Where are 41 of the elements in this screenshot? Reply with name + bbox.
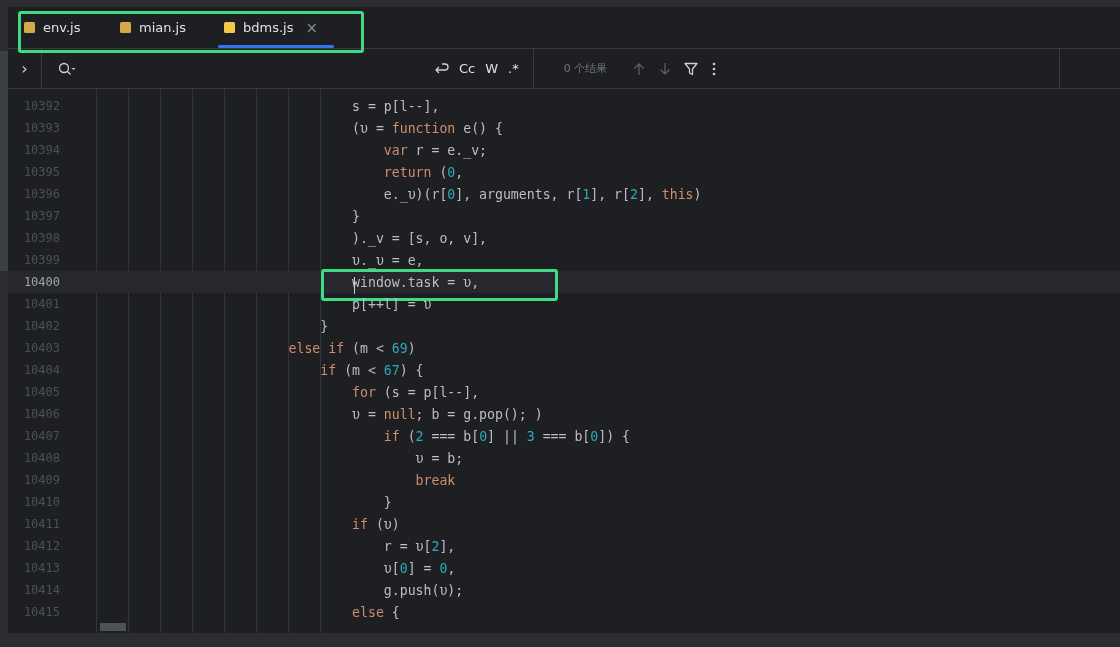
- code-line: s = p[l--],: [351, 98, 440, 114]
- code-line: υ[0] = 0,: [382, 560, 456, 576]
- scrollbar-thumb[interactable]: [100, 623, 126, 631]
- wrap-icon[interactable]: [433, 61, 449, 76]
- file-tab[interactable]: env.js: [22, 7, 118, 48]
- js-file-icon: [224, 22, 235, 33]
- scrollbar-thumb[interactable]: [0, 51, 8, 271]
- file-tab[interactable]: mian.js: [118, 7, 214, 48]
- search-icon[interactable]: [58, 61, 76, 76]
- match-case-toggle[interactable]: Cc: [459, 61, 476, 76]
- code-line: υ._υ = e,: [351, 252, 424, 268]
- code-line: }: [382, 494, 392, 510]
- line-number: 10400: [22, 275, 60, 289]
- code-line: r = υ[2],: [382, 538, 456, 554]
- code-line: else {: [351, 604, 400, 620]
- code-line: }: [319, 318, 329, 334]
- js-file-icon: [24, 22, 35, 33]
- code-line: if (2 === b[0] || 3 === b[0]) {: [382, 428, 631, 444]
- code-line: else if (m < 69): [287, 340, 416, 356]
- code-line: )._v = [s, o, v],: [351, 230, 488, 246]
- code-line: υ = null; b = g.pop(); ): [351, 406, 543, 422]
- result-count: 0 个结果: [563, 61, 608, 76]
- code-line: return (0,: [382, 164, 464, 180]
- code-line: υ = b;: [414, 450, 464, 466]
- js-file-icon: [120, 22, 131, 33]
- close-icon[interactable]: ×: [305, 18, 319, 37]
- code-line: if (m < 67) {: [319, 362, 424, 378]
- code-line: g.push(υ);: [382, 582, 464, 598]
- expand-button[interactable]: ›: [8, 49, 42, 88]
- code-line: e._υ)(r[0], arguments, r[1], r[2], this): [382, 186, 702, 202]
- code-line: }: [351, 208, 360, 224]
- code-line: var r = e._v;: [382, 142, 488, 158]
- code-line: break: [414, 472, 456, 488]
- code-line: (υ = function e() {: [351, 120, 503, 136]
- code-line: if (υ): [351, 516, 400, 532]
- filter-icon[interactable]: [683, 60, 700, 77]
- file-tab[interactable]: bdms.js ×: [218, 7, 335, 48]
- whole-word-toggle[interactable]: W: [485, 61, 499, 76]
- code-line: p[++l] = υ: [351, 296, 432, 312]
- regex-toggle[interactable]: .*: [508, 61, 519, 76]
- code-line: for (s = p[l--],: [351, 384, 480, 400]
